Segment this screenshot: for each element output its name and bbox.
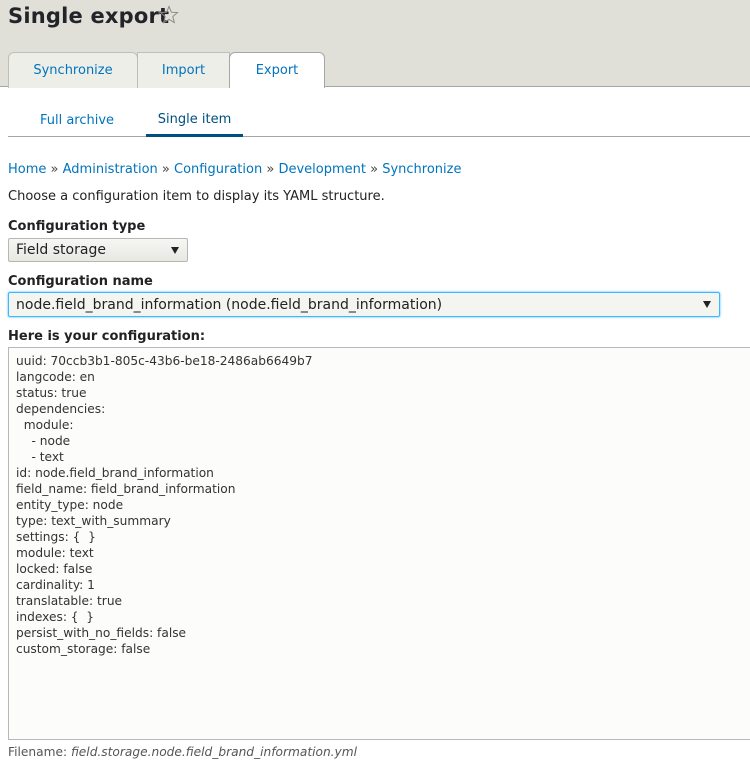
config-line: uuid: 70ccb3b1-805c-43b6-be18-2486ab6649… xyxy=(16,354,313,368)
config-output-textarea[interactable]: uuid: 70ccb3b1-805c-43b6-be18-2486ab6649… xyxy=(8,347,750,740)
tab-single-item[interactable]: Single item xyxy=(146,104,243,137)
breadcrumb-home[interactable]: Home xyxy=(8,162,46,177)
breadcrumb-separator: » xyxy=(370,162,379,177)
config-line: cardinality: 1 xyxy=(16,578,95,592)
config-line: custom_storage: false xyxy=(16,642,151,656)
config-line: settings: { } xyxy=(16,530,96,544)
breadcrumb-configuration[interactable]: Configuration xyxy=(174,162,262,177)
config-output-label: Here is your configuration: xyxy=(8,329,206,344)
breadcrumb-separator: » xyxy=(50,162,59,177)
config-name-label: Configuration name xyxy=(8,274,153,289)
star-outline-icon[interactable] xyxy=(159,5,179,25)
config-line: indexes: { } xyxy=(16,610,95,624)
filename-label: Filename: xyxy=(8,745,68,759)
config-line: field_name: field_brand_information xyxy=(16,482,236,496)
config-line: entity_type: node xyxy=(16,498,124,512)
config-line: status: true xyxy=(16,386,87,400)
breadcrumb-separator: » xyxy=(161,162,170,177)
primary-tabs: Synchronize Import Export xyxy=(8,52,325,88)
config-type-value: Field storage xyxy=(16,242,106,258)
filename-value: field.storage.node.field_brand_informati… xyxy=(70,745,358,759)
tab-import[interactable]: Import xyxy=(137,52,230,88)
page-title: Single export xyxy=(8,4,170,28)
filename-description: Filename: field.storage.node.field_brand… xyxy=(8,745,357,759)
breadcrumb: Home » Administration » Configuration » … xyxy=(8,162,461,177)
config-line: locked: false xyxy=(16,562,93,576)
tab-synchronize[interactable]: Synchronize xyxy=(8,52,138,88)
config-line: persist_with_no_fields: false xyxy=(16,626,187,640)
config-line: module: xyxy=(16,418,74,432)
config-line: module: text xyxy=(16,546,94,560)
config-line: type: text_with_summary xyxy=(16,514,171,528)
page-header: Single export Synchronize Import Export xyxy=(0,0,750,88)
tab-full-archive[interactable]: Full archive xyxy=(8,104,146,136)
secondary-tabs: Full archive Single item xyxy=(8,104,750,137)
config-line: id: node.field_brand_information xyxy=(16,466,214,480)
breadcrumb-administration[interactable]: Administration xyxy=(63,162,158,177)
chevron-down-icon xyxy=(171,247,179,254)
breadcrumb-development[interactable]: Development xyxy=(278,162,366,177)
config-line: translatable: true xyxy=(16,594,123,608)
config-line: - node xyxy=(16,434,71,448)
breadcrumb-separator: » xyxy=(266,162,275,177)
config-line: - text xyxy=(16,450,64,464)
intro-text: Choose a configuration item to display i… xyxy=(8,189,385,204)
config-name-select[interactable]: node.field_brand_information (node.field… xyxy=(8,292,720,317)
config-line: langcode: en xyxy=(16,370,95,384)
config-type-select[interactable]: Field storage xyxy=(8,238,188,262)
tab-export[interactable]: Export xyxy=(229,52,325,88)
chevron-down-icon xyxy=(703,301,711,308)
config-type-label: Configuration type xyxy=(8,219,146,234)
config-line: dependencies: xyxy=(16,402,106,416)
breadcrumb-synchronize[interactable]: Synchronize xyxy=(382,162,461,177)
config-name-value: node.field_brand_information (node.field… xyxy=(16,296,443,313)
